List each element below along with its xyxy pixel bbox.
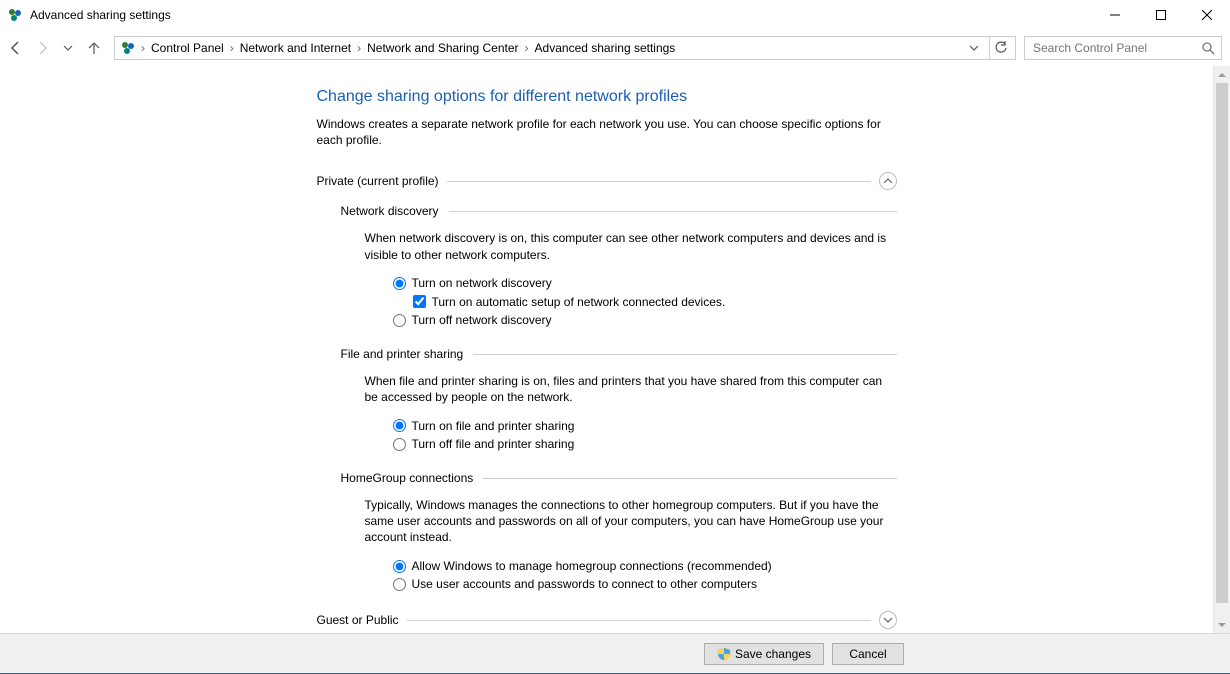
radio-homegroup-user[interactable]: Use user accounts and passwords to conne… xyxy=(393,576,897,593)
radio-file-printer-off[interactable]: Turn off file and printer sharing xyxy=(393,436,897,453)
minimize-button[interactable] xyxy=(1092,0,1138,30)
cancel-button-label: Cancel xyxy=(849,647,886,661)
search-input[interactable] xyxy=(1031,40,1201,56)
section-homegroup: HomeGroup connections Typically, Windows… xyxy=(341,471,897,593)
radio-file-printer-on[interactable]: Turn on file and printer sharing xyxy=(393,418,897,435)
section-network-discovery: Network discovery When network discovery… xyxy=(341,204,897,329)
vertical-scrollbar[interactable] xyxy=(1213,66,1230,633)
radio-network-discovery-on[interactable]: Turn on network discovery xyxy=(393,275,897,292)
breadcrumb-item[interactable]: Control Panel xyxy=(149,41,226,55)
chevron-right-icon: › xyxy=(228,41,236,55)
section-desc: Typically, Windows manages the connectio… xyxy=(365,497,897,546)
content-area: Change sharing options for different net… xyxy=(0,66,1213,633)
save-changes-button[interactable]: Save changes xyxy=(704,643,824,665)
profile-label: Private (current profile) xyxy=(317,174,439,188)
page-heading: Change sharing options for different net… xyxy=(317,88,897,106)
section-desc: When network discovery is on, this compu… xyxy=(365,230,897,262)
scroll-track[interactable] xyxy=(1214,83,1230,616)
profile-header-guest[interactable]: Guest or Public xyxy=(317,611,897,629)
up-button[interactable] xyxy=(86,40,102,56)
profile-label: Guest or Public xyxy=(317,613,399,627)
chevron-right-icon: › xyxy=(355,41,363,55)
footer: Save changes Cancel xyxy=(0,633,1230,673)
refresh-button[interactable] xyxy=(989,37,1011,59)
breadcrumb-item[interactable]: Network and Internet xyxy=(238,41,353,55)
section-title: Network discovery xyxy=(341,204,439,218)
profile-header-private[interactable]: Private (current profile) xyxy=(317,172,897,190)
page-subtext: Windows creates a separate network profi… xyxy=(317,116,897,148)
close-button[interactable] xyxy=(1184,0,1230,30)
breadcrumb-item[interactable]: Network and Sharing Center xyxy=(365,41,520,55)
chevron-right-icon: › xyxy=(523,41,531,55)
scroll-thumb[interactable] xyxy=(1216,83,1228,603)
address-bar[interactable]: › Control Panel › Network and Internet ›… xyxy=(114,36,1016,60)
cancel-button[interactable]: Cancel xyxy=(832,643,904,665)
section-title: File and printer sharing xyxy=(341,347,464,361)
recent-dropdown[interactable] xyxy=(60,40,76,56)
section-desc: When file and printer sharing is on, fil… xyxy=(365,373,897,405)
chevron-right-icon: › xyxy=(139,41,147,55)
radio-network-discovery-off[interactable]: Turn off network discovery xyxy=(393,312,897,329)
address-dropdown[interactable] xyxy=(965,43,983,53)
chevron-up-icon[interactable] xyxy=(879,172,897,190)
forward-button[interactable] xyxy=(34,40,50,56)
uac-shield-icon xyxy=(717,647,731,661)
breadcrumb-item[interactable]: Advanced sharing settings xyxy=(533,41,678,55)
section-file-printer: File and printer sharing When file and p… xyxy=(341,347,897,453)
back-button[interactable] xyxy=(8,40,24,56)
navbar: › Control Panel › Network and Internet ›… xyxy=(0,30,1230,66)
sharing-icon xyxy=(119,39,137,57)
maximize-button[interactable] xyxy=(1138,0,1184,30)
window-title: Advanced sharing settings xyxy=(30,8,171,22)
search-icon xyxy=(1201,41,1215,55)
chevron-down-icon[interactable] xyxy=(879,611,897,629)
radio-homegroup-allow[interactable]: Allow Windows to manage homegroup connec… xyxy=(393,558,897,575)
nav-arrows xyxy=(8,40,106,56)
window-controls xyxy=(1092,0,1230,30)
checkbox-auto-setup[interactable]: Turn on automatic setup of network conne… xyxy=(413,294,897,311)
control-panel-icon xyxy=(6,6,24,24)
scroll-up-icon[interactable] xyxy=(1214,66,1230,83)
save-button-label: Save changes xyxy=(735,647,811,661)
search-box[interactable] xyxy=(1024,36,1222,60)
titlebar: Advanced sharing settings xyxy=(0,0,1230,30)
scroll-down-icon[interactable] xyxy=(1214,616,1230,633)
section-title: HomeGroup connections xyxy=(341,471,474,485)
